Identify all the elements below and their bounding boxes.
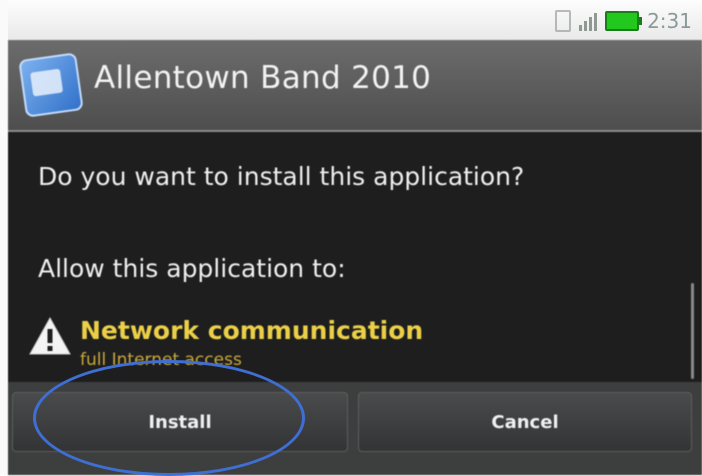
status-bar: 2:31: [8, 0, 702, 40]
battery-icon: [605, 11, 643, 31]
permission-subtitle: full Internet access: [80, 350, 242, 370]
signal-icon: [579, 11, 598, 31]
install-button[interactable]: Install: [12, 392, 348, 452]
sim-icon: [555, 10, 572, 32]
cancel-button[interactable]: Cancel: [358, 392, 692, 452]
status-icons: 2:31: [555, 6, 692, 36]
app-title: Allentown Band 2010: [94, 60, 432, 96]
scrollbar[interactable]: [691, 283, 694, 379]
warning-icon: [29, 316, 71, 355]
dialog-button-bar: Install Cancel: [8, 382, 702, 475]
permission-item[interactable]: Network communication full Internet acce…: [28, 312, 628, 372]
install-question: Do you want to install this application?: [38, 162, 525, 191]
status-time: 2:31: [647, 9, 692, 33]
app-icon: [18, 52, 84, 118]
screen: 2:31 Allentown Band 2010 Do you want to …: [0, 0, 702, 476]
permission-title: Network communication: [80, 316, 424, 345]
install-dialog: Allentown Band 2010 Do you want to insta…: [8, 40, 702, 475]
permissions-heading: Allow this application to:: [38, 254, 346, 283]
dialog-title-bar: Allentown Band 2010: [8, 40, 702, 132]
